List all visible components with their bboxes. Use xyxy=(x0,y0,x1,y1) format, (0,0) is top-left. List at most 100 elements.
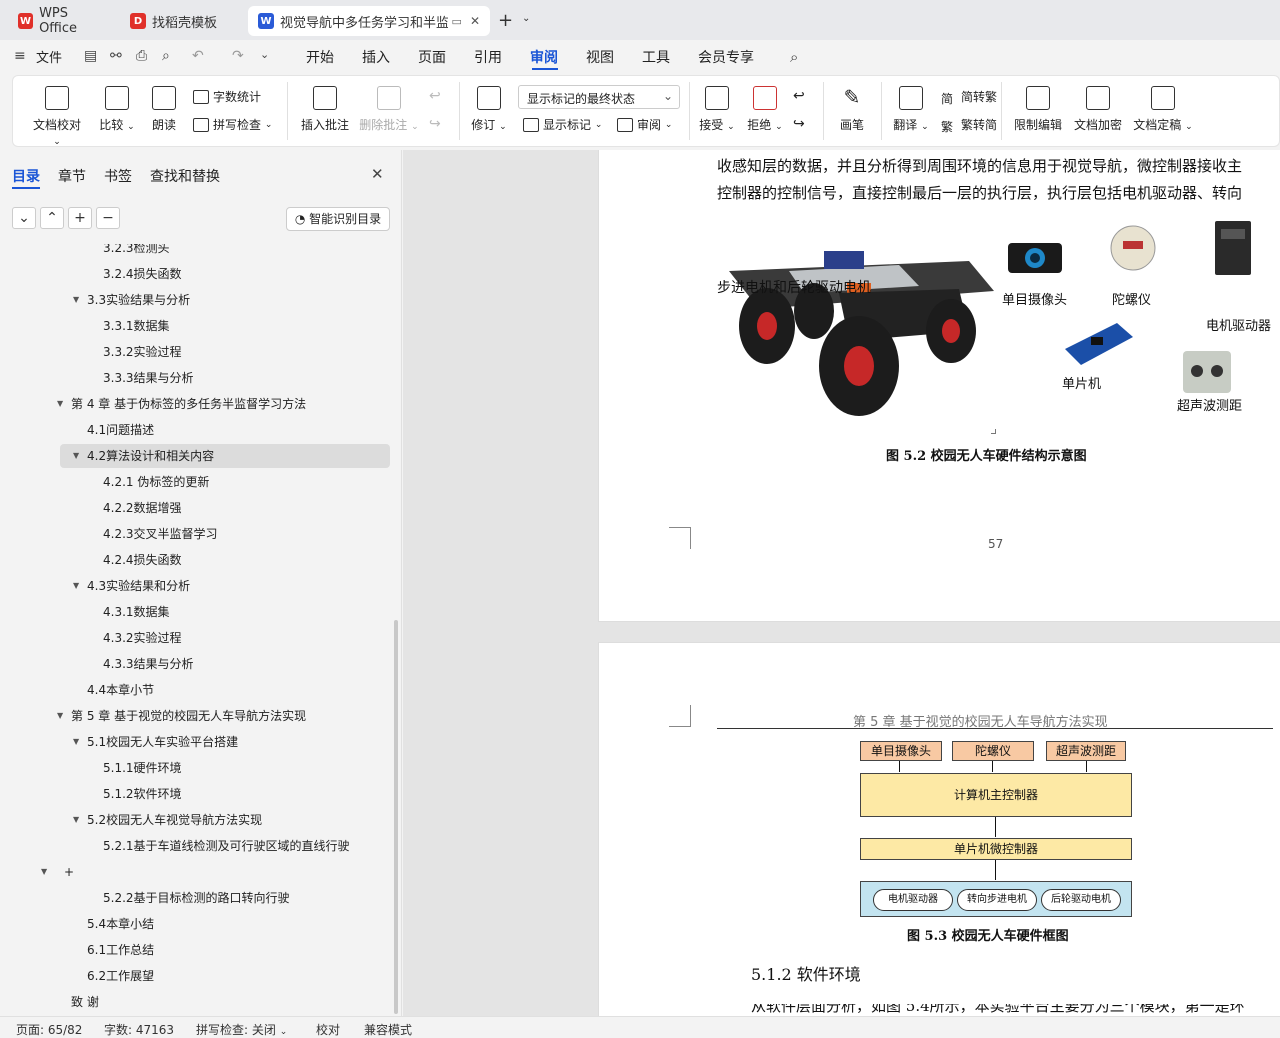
hamburger-icon[interactable]: ≡ xyxy=(14,48,26,64)
search-icon[interactable]: ⌕ xyxy=(790,48,798,66)
next-change-icon[interactable]: ↪ xyxy=(793,116,805,132)
to-traditional-button[interactable]: 简简转繁 xyxy=(941,88,997,106)
document-page[interactable]: 收感知层的数据，并且分析得到周围环境的信息用于视觉导航，微控制器接收主 控制器的… xyxy=(598,150,1280,622)
image-resize-handle[interactable] xyxy=(991,429,996,434)
toc-item[interactable]: 第 5 章 基于视觉的校园无人车导航方法实现 xyxy=(71,704,306,728)
toc-item[interactable]: 4.3.3结果与分析 xyxy=(103,652,194,676)
prev-change-icon[interactable]: ↩ xyxy=(793,88,805,104)
monitor-icon[interactable]: ▭ xyxy=(452,15,462,28)
toc-item[interactable]: 5.2.1基于车道线检测及可行驶区域的直线行驶 xyxy=(103,834,350,858)
menu-view[interactable]: 视图 xyxy=(586,47,614,67)
spell-check-button[interactable]: 拼写检查 ⌄ xyxy=(193,116,272,133)
menu-references[interactable]: 引用 xyxy=(474,47,502,67)
tab-wps-office[interactable]: W WPS Office xyxy=(8,6,116,36)
markup-state-select[interactable]: 显示标记的最终状态 ⌄ xyxy=(518,85,680,109)
toc-item[interactable]: 5.1.2软件环境 xyxy=(103,782,182,806)
spell-check-status[interactable]: 拼写检查: 关闭 ⌄ xyxy=(196,1021,287,1038)
pen-button[interactable]: ✎ 画笔 xyxy=(837,86,867,133)
undo-icon[interactable]: ↶ xyxy=(192,48,204,64)
insert-comment-button[interactable]: 插入批注 xyxy=(299,86,351,133)
proof-status[interactable]: 校对 xyxy=(316,1021,340,1038)
menu-review[interactable]: 审阅 xyxy=(530,47,558,67)
toc-item[interactable]: 3.3.1数据集 xyxy=(103,314,170,338)
close-pane-icon[interactable]: ✕ xyxy=(371,165,384,183)
next-comment-icon[interactable]: ↪ xyxy=(429,116,441,132)
tab-template[interactable]: D 找稻壳模板 xyxy=(120,6,244,36)
toc-item[interactable]: 4.2.3交叉半监督学习 xyxy=(103,522,218,546)
to-simplified-button[interactable]: 繁繁转简 xyxy=(941,116,997,134)
toc-item[interactable]: 4.2.1 伪标签的更新 xyxy=(103,470,209,494)
toc-item[interactable]: 4.4本章小节 xyxy=(87,678,154,702)
toc-item[interactable]: 第 4 章 基于伪标签的多任务半监督学习方法 xyxy=(71,392,306,416)
print-preview-icon[interactable]: ⌕ xyxy=(162,48,170,64)
collapse-arrow-icon[interactable]: ▼ xyxy=(57,711,63,720)
collapse-arrow-icon[interactable]: ▼ xyxy=(73,295,79,304)
collapse-arrow-icon[interactable]: ▼ xyxy=(73,581,79,590)
menu-insert[interactable]: 插入 xyxy=(362,47,390,67)
collapse-arrow-icon[interactable]: ▼ xyxy=(57,399,63,408)
collapse-arrow-icon[interactable]: ▼ xyxy=(73,815,79,824)
menu-home[interactable]: 开始 xyxy=(306,47,334,67)
new-tab-icon[interactable]: + xyxy=(498,10,513,31)
menu-tools[interactable]: 工具 xyxy=(642,47,670,67)
document-canvas[interactable]: 收感知层的数据，并且分析得到周围环境的信息用于视觉导航，微控制器接收主 控制器的… xyxy=(403,150,1280,1016)
toc-item[interactable]: 4.2.4损失函数 xyxy=(103,548,182,572)
toc-item[interactable]: 3.3.3结果与分析 xyxy=(103,366,194,390)
toc-item[interactable]: 3.2.4损失函数 xyxy=(103,262,182,286)
accept-button[interactable]: 接受 ⌄ xyxy=(699,86,735,133)
menu-file[interactable]: 文件 xyxy=(36,47,62,66)
toc-item[interactable]: + xyxy=(64,860,74,884)
compare-button[interactable]: 比较 ⌄ xyxy=(97,86,137,133)
menu-page[interactable]: 页面 xyxy=(418,47,446,67)
toc-item[interactable]: 6.1工作总结 xyxy=(87,938,154,962)
expand-down-button[interactable]: ⌄ xyxy=(12,207,36,229)
finalize-button[interactable]: 文档定稿 ⌄ xyxy=(1133,86,1193,133)
encrypt-button[interactable]: 文档加密 xyxy=(1073,86,1123,133)
toc-item[interactable]: 3.2.3检测头 xyxy=(103,244,170,260)
link-icon[interactable]: ⚯ xyxy=(110,48,122,64)
document-page[interactable]: 第 5 章 基于视觉的校园无人车导航方法实现 单目摄像头 陀螺仪 超声波测距 计… xyxy=(598,642,1280,1016)
toc-item[interactable]: 5.2.2基于目标检测的路口转向行驶 xyxy=(103,886,290,910)
collapse-arrow-icon[interactable]: ▼ xyxy=(41,867,47,876)
toc-item[interactable]: 4.3.2实验过程 xyxy=(103,626,182,650)
word-count-indicator[interactable]: 字数: 47163 xyxy=(104,1021,174,1038)
save-icon[interactable]: ▤ xyxy=(84,48,97,64)
toc-item[interactable]: 5.2校园无人车视觉导航方法实现 xyxy=(87,808,262,832)
review-pane-button[interactable]: 审阅 ⌄ xyxy=(617,116,672,133)
toc-item[interactable]: 4.2.2数据增强 xyxy=(103,496,182,520)
toc-item[interactable]: 6.2工作展望 xyxy=(87,964,154,988)
demote-level-button[interactable]: − xyxy=(96,207,120,229)
toc-item[interactable]: 5.1校园无人车实验平台搭建 xyxy=(87,730,238,754)
toc-item[interactable]: 5.4本章小结 xyxy=(87,912,154,936)
toc-item[interactable]: 4.3.1数据集 xyxy=(103,600,170,624)
collapse-arrow-icon[interactable]: ▼ xyxy=(73,737,79,746)
tab-document[interactable]: W 视觉导航中多任务学习和半监督 ▭ ✕ xyxy=(248,6,490,36)
delete-comment-button[interactable]: 删除批注 ⌄ xyxy=(359,86,419,133)
toc-item[interactable]: 3.3.2实验过程 xyxy=(103,340,182,364)
track-changes-button[interactable]: 修订 ⌄ xyxy=(471,86,507,133)
more-chevron-icon[interactable]: ⌄ xyxy=(260,48,269,61)
restrict-edit-button[interactable]: 限制编辑 xyxy=(1013,86,1063,133)
toc-item[interactable]: 5.1.1硬件环境 xyxy=(103,756,182,780)
promote-level-button[interactable]: + xyxy=(68,207,92,229)
nav-scrollbar[interactable] xyxy=(394,620,398,1014)
chevron-down-icon[interactable]: ⌄ xyxy=(522,13,530,24)
translate-button[interactable]: 翻译 ⌄ xyxy=(893,86,929,133)
nav-tab-bookmarks[interactable]: 书签 xyxy=(104,166,132,186)
print-icon[interactable]: ⎙ xyxy=(136,48,147,64)
show-markup-button[interactable]: 显示标记 ⌄ xyxy=(523,116,602,133)
collapse-up-button[interactable]: ⌃ xyxy=(40,207,64,229)
toc-item[interactable]: 致 谢 xyxy=(71,990,99,1014)
menu-member[interactable]: 会员专享 xyxy=(698,47,754,67)
page-indicator[interactable]: 页面: 65/82 xyxy=(16,1021,82,1038)
smart-toc-button[interactable]: ◔ 智能识别目录 xyxy=(286,207,390,231)
toc-item[interactable]: 4.1问题描述 xyxy=(87,418,154,442)
nav-tab-chapters[interactable]: 章节 xyxy=(58,166,86,186)
prev-comment-icon[interactable]: ↩ xyxy=(429,88,441,104)
redo-icon[interactable]: ↷ xyxy=(232,48,244,64)
toc-item[interactable]: 4.3实验结果和分析 xyxy=(87,574,190,598)
toc-item-selected[interactable]: 4.2算法设计和相关内容 xyxy=(60,444,390,468)
read-aloud-button[interactable]: 朗读 xyxy=(149,86,179,133)
close-tab-icon[interactable]: ✕ xyxy=(470,14,480,28)
collapse-arrow-icon[interactable]: ▼ xyxy=(73,451,79,460)
